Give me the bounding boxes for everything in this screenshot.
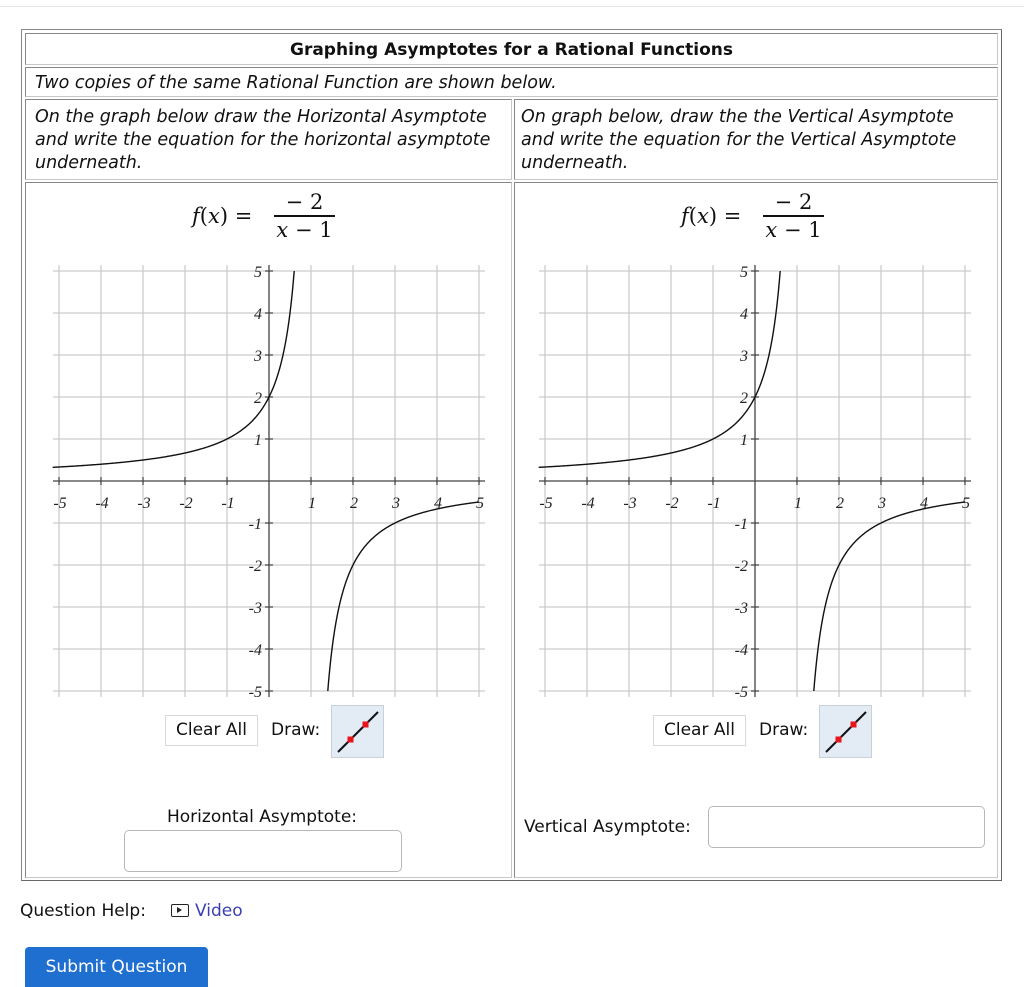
question-title: Graphing Asymptotes for a Rational Funct… xyxy=(25,33,998,65)
top-divider xyxy=(0,6,1024,7)
y-tick-label: -4 xyxy=(249,642,262,659)
line-tool-button[interactable] xyxy=(331,705,384,758)
vertical-asymptote-input[interactable] xyxy=(708,806,985,848)
formula-fraction: − 2 x − 1 xyxy=(761,189,826,243)
line-tool-point xyxy=(347,736,354,743)
video-help-link[interactable]: Video xyxy=(171,898,243,924)
function-curve-right-branch xyxy=(327,501,480,692)
formula-lhs: f(x) = xyxy=(681,204,742,228)
formula-func-name: f xyxy=(681,204,689,228)
x-tick-label: 2 xyxy=(836,495,844,512)
graph-horizontal-asymptote[interactable]: -5 -4 -3 -2 -1 1 2 3 4 554321-1-2-3-4-5 xyxy=(50,263,490,713)
x-tick-label: -5 xyxy=(539,495,552,512)
question-help-label: Question Help: xyxy=(20,901,146,921)
draw-label: Draw: xyxy=(759,720,809,740)
y-tick-label: 3 xyxy=(253,348,262,365)
horizontal-asymptote-label: Horizontal Asymptote: xyxy=(167,807,358,827)
y-tick-label: 2 xyxy=(254,390,262,407)
formula-var: x xyxy=(207,204,220,228)
left-instruction: On the graph below draw the Horizontal A… xyxy=(25,99,512,180)
y-tick-label: -3 xyxy=(735,600,748,617)
y-tick-label: -5 xyxy=(735,684,748,701)
graph-controls: Clear All Draw: xyxy=(26,705,513,760)
line-tool-icon xyxy=(337,711,379,753)
horizontal-asymptote-input[interactable] xyxy=(124,830,402,872)
y-tick-label: 4 xyxy=(740,306,748,323)
formula-denominator: x − 1 xyxy=(761,217,826,243)
y-tick-label: 5 xyxy=(740,264,748,281)
vertical-asymptote-label: Vertical Asymptote: xyxy=(524,817,691,837)
y-tick-label: 4 xyxy=(254,306,262,323)
line-tool-line xyxy=(337,711,379,753)
function-curve-right-branch xyxy=(813,501,966,692)
y-tick-label: -2 xyxy=(735,558,748,575)
graph-vertical-asymptote[interactable]: -5 -4 -3 -2 -1 1 2 3 4 554321-1-2-3-4-5 xyxy=(536,263,976,713)
line-tool-line xyxy=(825,711,867,753)
y-tick-label: 2 xyxy=(740,390,748,407)
formula-denominator: x − 1 xyxy=(272,217,337,243)
right-instruction: On graph below, draw the the Vertical As… xyxy=(514,99,998,180)
video-play-icon xyxy=(171,904,189,917)
x-tick-label: 5 xyxy=(476,495,484,512)
formula-var: x xyxy=(696,204,709,228)
formula-lhs: f(x) = xyxy=(192,204,253,228)
denominator-rest: − 1 xyxy=(777,217,822,242)
y-tick-label: -1 xyxy=(735,516,748,533)
x-tick-label: -1 xyxy=(221,495,234,512)
formula-fraction: − 2 x − 1 xyxy=(272,189,337,243)
clear-all-button[interactable]: Clear All xyxy=(165,715,258,746)
y-tick-label: -2 xyxy=(249,558,262,575)
clear-all-button[interactable]: Clear All xyxy=(653,715,746,746)
x-tick-label: 2 xyxy=(350,495,358,512)
x-tick-label: -2 xyxy=(665,495,678,512)
denominator-rest: − 1 xyxy=(288,217,333,242)
y-tick-label: -4 xyxy=(735,642,748,659)
y-tick-label: 1 xyxy=(254,432,262,449)
x-tick-label: 3 xyxy=(391,495,400,512)
x-tick-label: -3 xyxy=(623,495,636,512)
vertical-asymptote-panel: f(x) = − 2 x − 1 -5 -4 -3 -2 -1 1 2 3 4 5 5 4 3 2 1 -1-… xyxy=(514,182,998,878)
line-tool-point xyxy=(362,721,369,728)
x-tick-label: 1 xyxy=(794,495,802,512)
line-tool-icon xyxy=(825,711,867,753)
question-help: Question Help: Video xyxy=(20,898,243,924)
x-tick-label: 3 xyxy=(877,495,886,512)
denominator-var: x xyxy=(276,217,289,242)
video-link-label: Video xyxy=(195,901,243,921)
x-tick-label: -3 xyxy=(137,495,150,512)
x-tick-label: -5 xyxy=(53,495,66,512)
x-tick-label: -4 xyxy=(95,495,108,512)
y-tick-label: -3 xyxy=(249,600,262,617)
line-tool-point xyxy=(835,736,842,743)
submit-question-button[interactable]: Submit Question xyxy=(25,947,208,987)
formula-func-name: f xyxy=(192,204,200,228)
formula-numerator: − 2 xyxy=(285,190,324,214)
y-tick-label: 5 xyxy=(254,264,262,281)
y-tick-label: -5 xyxy=(249,684,262,701)
graph-controls: Clear All Draw: xyxy=(515,705,999,760)
x-tick-label: -4 xyxy=(581,495,594,512)
line-tool-point xyxy=(850,721,857,728)
formula-numerator: − 2 xyxy=(774,190,813,214)
line-tool-button[interactable] xyxy=(819,705,872,758)
draw-label: Draw: xyxy=(271,720,321,740)
y-tick-label: -1 xyxy=(249,516,262,533)
x-tick-label: -1 xyxy=(707,495,720,512)
y-tick-label: 1 xyxy=(740,432,748,449)
question-table: Graphing Asymptotes for a Rational Funct… xyxy=(21,29,1002,881)
x-tick-label: -2 xyxy=(179,495,192,512)
question-intro: Two copies of the same Rational Function… xyxy=(25,67,998,97)
x-tick-label: 1 xyxy=(308,495,316,512)
horizontal-asymptote-panel: f(x) = − 2 x − 1 -5 -4 -3 -2 -1 1 2 3 4 5 5 4 3 2 1 -1-… xyxy=(25,182,512,878)
y-tick-label: 3 xyxy=(739,348,748,365)
denominator-var: x xyxy=(765,217,778,242)
x-tick-label: 5 xyxy=(962,495,970,512)
